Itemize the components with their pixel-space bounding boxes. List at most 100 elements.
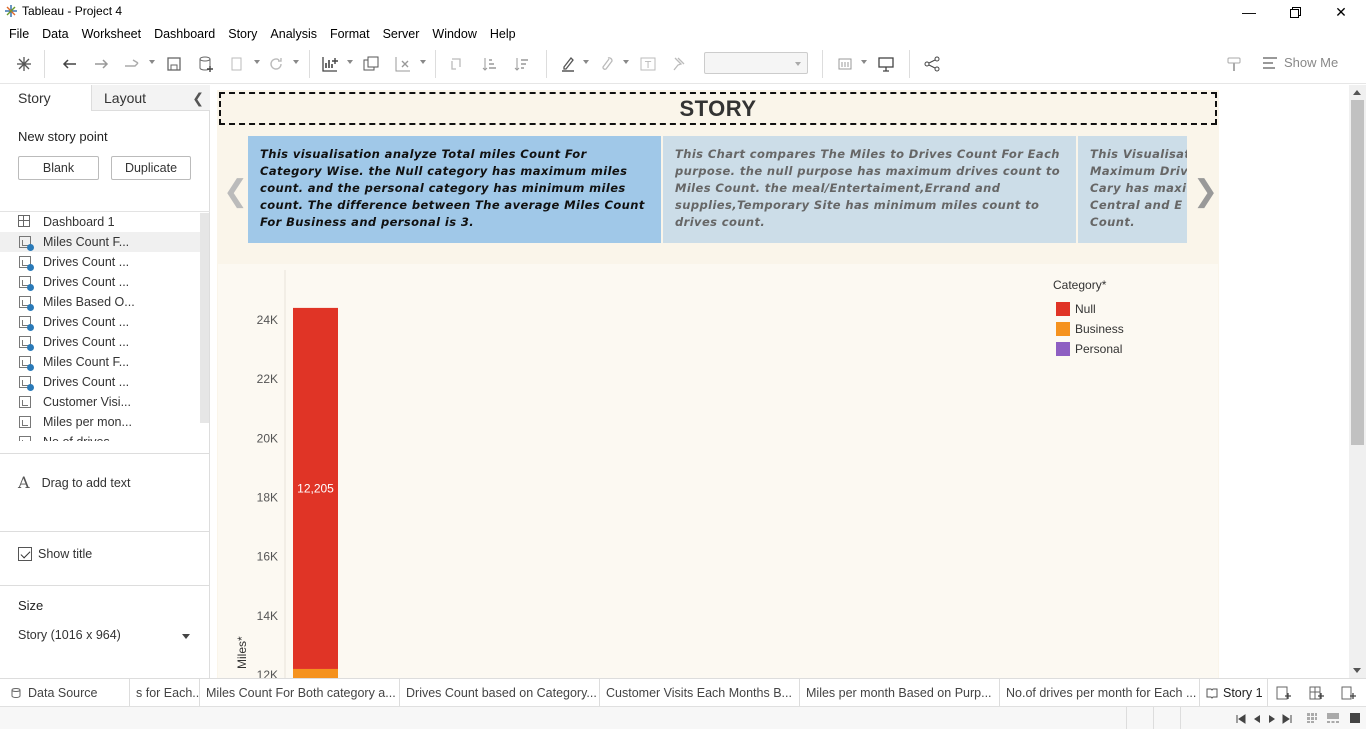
highlight-icon[interactable] — [558, 54, 578, 74]
menu-story[interactable]: Story — [221, 27, 263, 41]
window-title: Tableau - Project 4 — [22, 4, 123, 18]
tab-story[interactable]: Story — [0, 85, 92, 111]
undo-icon[interactable] — [60, 54, 80, 74]
blank-button[interactable]: Blank — [18, 156, 99, 180]
story-point-caption-3[interactable]: This Visualisat Maximum Driv Cary has ma… — [1078, 136, 1187, 243]
legend-swatch[interactable] — [1056, 322, 1070, 336]
show-me-button[interactable]: Show Me — [1262, 55, 1338, 70]
swap-rows-columns-icon[interactable] — [447, 54, 467, 74]
menu-data[interactable]: Data — [35, 27, 74, 41]
tab-data-source[interactable]: Data Source — [0, 679, 130, 707]
story-sheet-dashboard[interactable]: Dashboard 1 — [0, 212, 200, 232]
bar-segment-business[interactable] — [293, 668, 338, 678]
clear-sheet-icon[interactable] — [393, 54, 413, 74]
show-filmstrip-icon[interactable] — [1326, 712, 1340, 727]
story-sheet-item[interactable]: Miles per mon... — [0, 412, 200, 432]
story-sheet-item[interactable]: Drives Count ... — [0, 312, 200, 332]
menu-help[interactable]: Help — [483, 27, 522, 41]
legend-swatch[interactable] — [1056, 302, 1070, 316]
story-sheet-item[interactable]: Drives Count ... — [0, 332, 200, 352]
previous-story-point-icon[interactable]: ❮ — [223, 174, 248, 209]
minimize-icon[interactable]: — — [1226, 0, 1272, 24]
first-sheet-icon[interactable] — [1236, 713, 1246, 727]
story-title[interactable]: STORY — [219, 92, 1217, 125]
save-icon[interactable] — [164, 54, 184, 74]
story-pane: Story Layout ❮ New story point Blank Dup… — [0, 85, 210, 678]
scroll-down-icon[interactable] — [1353, 668, 1361, 673]
presentation-mode-icon[interactable] — [876, 54, 896, 74]
story-point-caption-1[interactable]: This visualisation analyze Total miles C… — [248, 136, 661, 243]
next-sheet-icon[interactable] — [1267, 713, 1277, 727]
story-sheet-item[interactable]: Miles Count F... — [0, 232, 200, 252]
story-sheet-item[interactable]: No.of drives... — [0, 432, 200, 441]
duplicate-button[interactable]: Duplicate — [111, 156, 191, 180]
close-icon[interactable]: ✕ — [1318, 0, 1364, 24]
y-tick-label: 20K — [257, 431, 278, 445]
share-icon[interactable] — [922, 54, 942, 74]
legend-item-label[interactable]: Null — [1075, 302, 1096, 316]
story-sheet-item[interactable]: Customer Visi... — [0, 392, 200, 412]
sheet-tab[interactable]: Miles per month Based on Purp... — [800, 679, 1000, 707]
fit-dropdown[interactable] — [704, 52, 808, 74]
new-worksheet-tab-icon[interactable] — [1276, 686, 1292, 703]
group-members-icon[interactable] — [596, 54, 616, 74]
story-sheet-item[interactable]: Drives Count ... — [0, 272, 200, 292]
show-mark-labels-icon[interactable]: T — [638, 54, 658, 74]
show-title-checkbox[interactable]: Show title — [18, 547, 92, 561]
legend-swatch[interactable] — [1056, 342, 1070, 356]
new-worksheet-icon[interactable] — [320, 54, 340, 74]
refresh-icon[interactable] — [266, 54, 286, 74]
used-in-story-icon — [27, 344, 34, 351]
duplicate-sheet-icon[interactable] — [361, 54, 381, 74]
show-tabs-icon[interactable] — [1349, 712, 1361, 727]
used-in-story-icon — [27, 304, 34, 311]
story-point-caption-2[interactable]: This Chart compares The Miles to Drives … — [663, 136, 1076, 243]
format-painter-icon[interactable] — [1224, 54, 1244, 74]
new-story-tab-icon[interactable] — [1341, 686, 1357, 703]
menu-format[interactable]: Format — [323, 27, 376, 41]
story-sheet-item[interactable]: Drives Count ... — [0, 252, 200, 272]
size-dropdown[interactable]: Story (1016 x 964) — [18, 628, 192, 646]
sheet-list-scrollbar[interactable] — [200, 213, 209, 423]
menu-file[interactable]: File — [2, 27, 35, 41]
menu-worksheet[interactable]: Worksheet — [75, 27, 148, 41]
story-sheet-item[interactable]: Drives Count ... — [0, 372, 200, 392]
legend-title: Category* — [1053, 278, 1107, 292]
menu-analysis[interactable]: Analysis — [263, 27, 323, 41]
drag-to-add-text[interactable]: A Drag to add text — [18, 473, 131, 492]
new-dashboard-tab-icon[interactable] — [1309, 686, 1325, 703]
sheet-tab[interactable]: Drives Count based on Category... — [400, 679, 600, 707]
tableau-home-icon[interactable] — [14, 54, 34, 74]
restore-icon[interactable] — [1272, 0, 1318, 24]
sort-descending-icon[interactable] — [512, 54, 532, 74]
legend-item-label[interactable]: Business — [1075, 322, 1124, 336]
menu-server[interactable]: Server — [376, 27, 426, 41]
sort-ascending-icon[interactable] — [480, 54, 500, 74]
sheet-tab[interactable]: s for Each... — [130, 679, 200, 707]
menu-dashboard[interactable]: Dashboard — [147, 27, 221, 41]
tab-story-1[interactable]: Story 1 — [1200, 679, 1268, 707]
replay-icon[interactable] — [122, 54, 142, 74]
sheet-tab[interactable]: No.of drives per month for Each ... — [1000, 679, 1200, 707]
menu-window[interactable]: Window — [425, 27, 482, 41]
redo-icon[interactable] — [91, 54, 111, 74]
fix-axes-icon[interactable] — [668, 54, 688, 74]
story-sheet-item[interactable]: Miles Count F... — [0, 352, 200, 372]
show-sheet-sorter-icon[interactable] — [1306, 712, 1318, 727]
sheet-tab[interactable]: Customer Visits Each Months B... — [600, 679, 800, 707]
previous-sheet-icon[interactable] — [1252, 713, 1262, 727]
story-sheet-item[interactable]: Miles Based O... — [0, 292, 200, 312]
scroll-thumb[interactable] — [1351, 100, 1364, 445]
canvas-vertical-scrollbar[interactable] — [1349, 85, 1366, 678]
next-story-point-icon[interactable]: ❯ — [1193, 174, 1218, 209]
new-data-source-icon[interactable] — [196, 54, 216, 74]
collapse-pane-icon[interactable]: ❮ — [192, 90, 204, 107]
sheet-tab[interactable]: Miles Count For Both category a... — [200, 679, 400, 707]
svg-text:T: T — [644, 60, 652, 71]
scroll-up-icon[interactable] — [1353, 90, 1361, 95]
legend-item-label[interactable]: Personal — [1075, 342, 1122, 356]
pause-updates-icon[interactable] — [227, 54, 247, 74]
show-cards-icon[interactable] — [836, 54, 856, 74]
last-sheet-icon[interactable] — [1282, 713, 1292, 727]
tab-layout[interactable]: Layout ❮ — [92, 85, 210, 111]
